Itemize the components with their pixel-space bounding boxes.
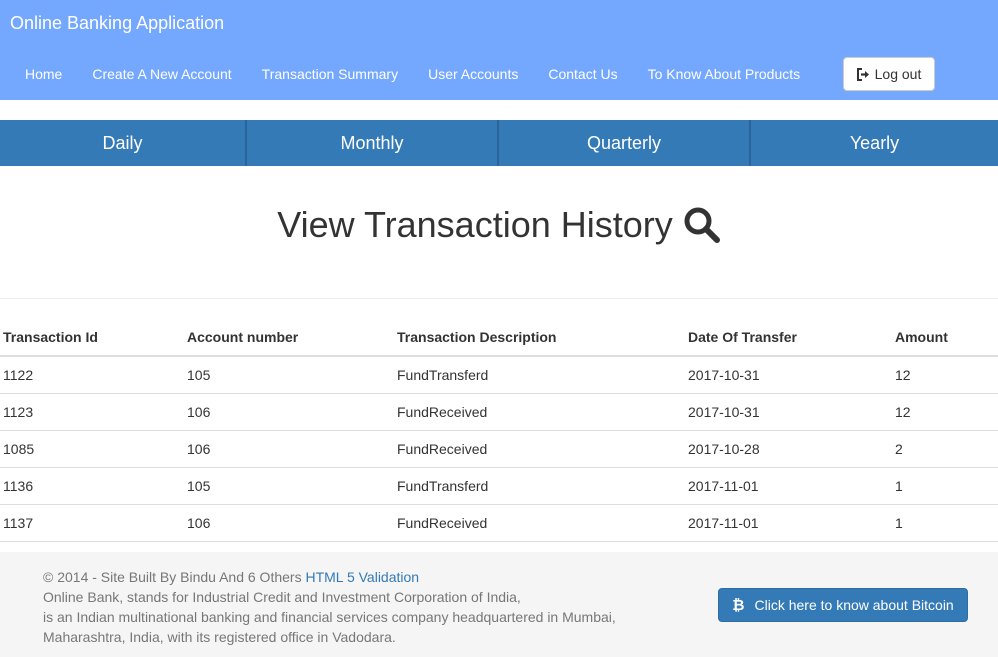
search-icon[interactable] <box>683 206 721 244</box>
copyright-text: © 2014 - Site Built By Bindu And 6 Other… <box>43 569 302 585</box>
nav-home[interactable]: Home <box>0 57 77 91</box>
cell-date: 2017-10-28 <box>685 430 892 468</box>
logout-button[interactable]: Log out <box>843 57 935 91</box>
log-out-icon <box>856 67 869 81</box>
tab-quarterly[interactable]: Quarterly <box>499 120 751 166</box>
cell-account-number: 106 <box>184 393 394 431</box>
table-row: 1123 106 FundReceived 2017-10-31 12 <box>0 393 998 431</box>
footer-text: © 2014 - Site Built By Bindu And 6 Other… <box>43 567 616 647</box>
nav-user-accounts[interactable]: User Accounts <box>413 57 533 91</box>
cell-description: FundTransferd <box>394 356 685 394</box>
bitcoin-button[interactable]: ₿ Click here to know about Bitcoin <box>718 588 968 622</box>
cell-date: 2017-11-01 <box>685 467 892 505</box>
col-amount: Amount <box>892 318 998 357</box>
nav-create-account[interactable]: Create A New Account <box>77 57 246 91</box>
brand-title[interactable]: Online Banking Application <box>10 13 224 34</box>
transaction-table: Transaction Id Account number Transactio… <box>0 318 998 542</box>
cell-account-number: 105 <box>184 356 394 394</box>
table-row: 1137 106 FundReceived 2017-11-01 1 <box>0 504 998 542</box>
page-title: View Transaction History <box>0 204 998 246</box>
nav-contact-us[interactable]: Contact Us <box>533 57 632 91</box>
footer-line-1: Online Bank, stands for Industrial Credi… <box>43 589 521 605</box>
period-tabs: Daily Monthly Quarterly Yearly <box>0 120 998 166</box>
tab-monthly[interactable]: Monthly <box>247 120 499 166</box>
cell-description: FundReceived <box>394 504 685 542</box>
top-navbar: Online Banking Application Home Create A… <box>0 0 998 100</box>
cell-description: FundTransferd <box>394 467 685 505</box>
bitcoin-button-label: Click here to know about Bitcoin <box>754 597 954 613</box>
col-account-number: Account number <box>184 318 394 357</box>
cell-amount: 12 <box>892 356 998 394</box>
nav-products[interactable]: To Know About Products <box>633 57 816 91</box>
cell-date: 2017-10-31 <box>685 393 892 431</box>
table-row: 1085 106 FundReceived 2017-10-28 2 <box>0 430 998 468</box>
tab-daily[interactable]: Daily <box>0 120 247 166</box>
cell-date: 2017-10-31 <box>685 356 892 394</box>
logout-label: Log out <box>874 66 922 82</box>
table-header-row: Transaction Id Account number Transactio… <box>0 318 998 357</box>
cell-transaction-id: 1085 <box>0 430 184 468</box>
table-row: 1122 105 FundTransferd 2017-10-31 12 <box>0 356 998 394</box>
nav-transaction-summary[interactable]: Transaction Summary <box>247 57 413 91</box>
footer: © 2014 - Site Built By Bindu And 6 Other… <box>0 552 998 657</box>
cell-account-number: 106 <box>184 430 394 468</box>
cell-description: FundReceived <box>394 393 685 431</box>
col-date: Date Of Transfer <box>685 318 892 357</box>
page-title-text: View Transaction History <box>277 204 673 245</box>
cell-transaction-id: 1122 <box>0 356 184 394</box>
cell-account-number: 105 <box>184 467 394 505</box>
cell-date: 2017-11-01 <box>685 504 892 542</box>
cell-amount: 2 <box>892 430 998 468</box>
bitcoin-icon: ₿ <box>732 596 745 614</box>
footer-line-2: is an Indian multinational banking and f… <box>43 609 616 625</box>
tab-yearly[interactable]: Yearly <box>751 120 998 166</box>
cell-description: FundReceived <box>394 430 685 468</box>
cell-transaction-id: 1136 <box>0 467 184 505</box>
footer-line-3: Maharashtra, India, with its registered … <box>43 629 396 645</box>
col-transaction-id: Transaction Id <box>0 318 184 357</box>
cell-account-number: 106 <box>184 504 394 542</box>
cell-amount: 12 <box>892 393 998 431</box>
main-nav: Home Create A New Account Transaction Su… <box>0 57 815 91</box>
footer-copyright-line: © 2014 - Site Built By Bindu And 6 Other… <box>43 567 616 587</box>
col-description: Transaction Description <box>394 318 685 357</box>
cell-amount: 1 <box>892 504 998 542</box>
html5-validation-link[interactable]: HTML 5 Validation <box>305 569 419 585</box>
table-row: 1136 105 FundTransferd 2017-11-01 1 <box>0 467 998 505</box>
divider <box>0 298 998 299</box>
cell-amount: 1 <box>892 467 998 505</box>
cell-transaction-id: 1123 <box>0 393 184 431</box>
cell-transaction-id: 1137 <box>0 504 184 542</box>
